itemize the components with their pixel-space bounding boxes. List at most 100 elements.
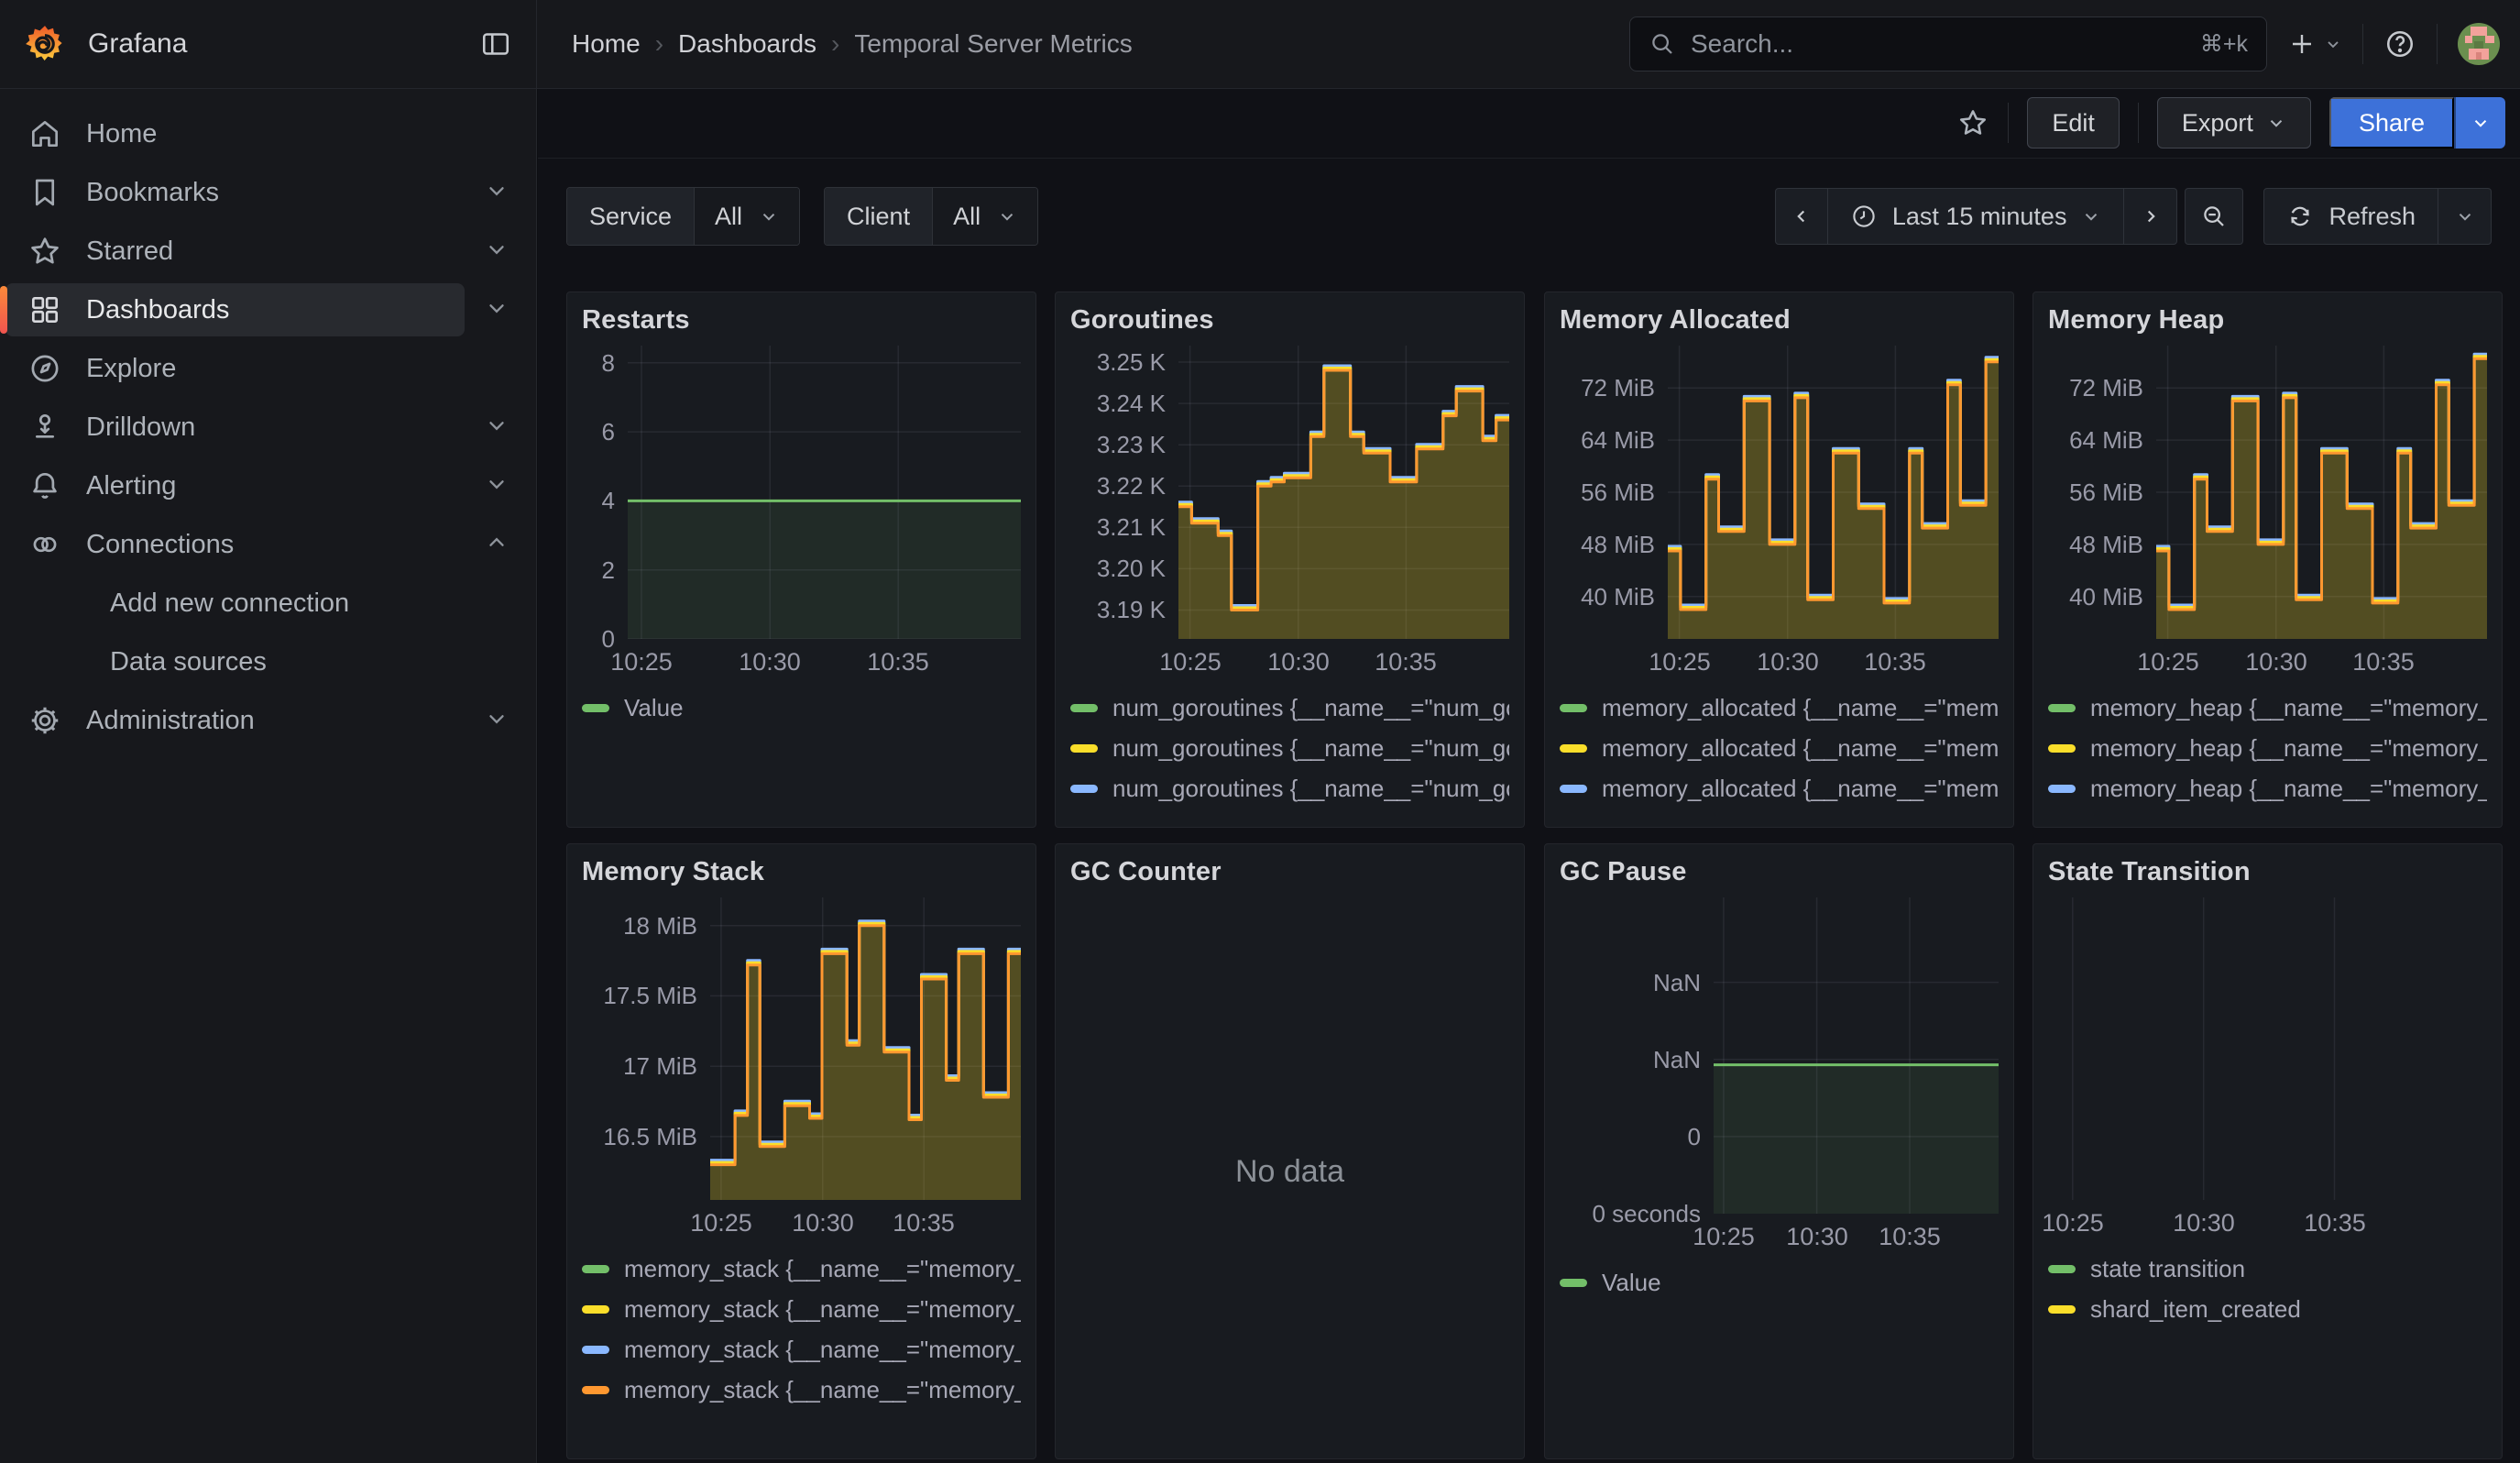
sidebar-item-add-new-connection[interactable]: Add new connection [0,574,536,632]
panel-title[interactable]: Memory Heap [2048,305,2487,346]
panel-title[interactable]: State Transition [2048,857,2487,897]
service-filter-value[interactable]: All [695,188,799,245]
search-input[interactable] [1689,28,2187,60]
y-axis-label: 56 MiB [2048,478,2143,507]
home-icon [27,116,62,151]
chart-area[interactable]: 10:2510:3010:35 [2048,897,2487,1242]
time-shift-forward-button[interactable] [2124,188,2177,245]
sidebar-item-label: Explore [86,354,176,384]
chart-area[interactable]: 72 MiB64 MiB56 MiB48 MiB40 MiB10:2510:30… [2048,346,2487,681]
panel-title[interactable]: GC Counter [1070,857,1509,897]
chart-area[interactable]: 3.25 K3.24 K3.23 K3.22 K3.21 K3.20 K3.19… [1070,346,1509,681]
help-icon[interactable] [2383,28,2416,60]
edit-button[interactable]: Edit [2027,97,2120,148]
sidebar-item-highlight [5,459,465,512]
breadcrumb-home[interactable]: Home [572,29,641,59]
legend-item[interactable]: memory_stack {__name__="memory_stack" [582,1336,1021,1363]
legend-item[interactable]: num_goroutines {__name__="num_goroutines… [1070,775,1509,802]
legend-series-marker [1560,744,1587,753]
favorite-star-icon[interactable] [1956,106,1989,139]
legend-item[interactable]: memory_allocated {__name__="memory_alloc… [1560,734,1999,762]
legend-series-marker [582,1386,609,1394]
y-axis-label: 3.21 K [1070,513,1166,542]
share-dropdown-button[interactable] [2454,97,2505,148]
sidebar-item-drilldown[interactable]: Drilldown [0,398,536,456]
legend-item[interactable]: memory_allocated {__name__="memory_alloc… [1560,775,1999,802]
sidebar-item-data-sources[interactable]: Data sources [0,632,536,691]
panel-title[interactable]: Memory Allocated [1560,305,1999,346]
legend-item[interactable]: shard_item_created [2048,1295,2487,1323]
chart-area[interactable]: 18 MiB17.5 MiB17 MiB16.5 MiB10:2510:3010… [582,897,1021,1242]
client-filter-value[interactable]: All [933,188,1037,245]
search-box[interactable]: ⌘+k [1629,16,2267,72]
sidebar-item-label: Starred [86,236,173,267]
panel-title[interactable]: Goroutines [1070,305,1509,346]
legend-item[interactable]: memory_stack {__name__="memory_stack" [582,1295,1021,1323]
add-menu-button[interactable] [2287,29,2342,59]
legend-item[interactable]: Value [1560,1269,1999,1296]
y-axis-label: 40 MiB [1560,583,1655,611]
time-shift-back-button[interactable] [1775,188,1828,245]
breadcrumb-dashboards[interactable]: Dashboards [678,29,816,59]
sidebar-item-highlight [5,342,465,395]
panel-title[interactable]: Restarts [582,305,1021,346]
share-button[interactable]: Share [2329,97,2454,148]
y-axis-label: 8 [582,349,615,378]
sidebar-item-home[interactable]: Home [0,104,536,163]
zoom-out-button[interactable] [2185,188,2243,245]
sidebar-item-highlight [5,518,465,571]
refresh-button[interactable]: Refresh [2263,188,2438,245]
dashboards-grid-icon [27,292,62,327]
sidebar-item-dashboards[interactable]: Dashboards [0,280,536,339]
y-axis-label: 0 [1560,1123,1701,1151]
chart-area[interactable]: NaNNaN00 seconds10:2510:3010:35 [1560,897,1999,1256]
refresh-interval-button[interactable] [2438,188,2492,245]
panel-title[interactable]: GC Pause [1560,857,1999,897]
legend-series-label: memory_allocated {__name__="memory_alloc… [1602,775,1999,803]
sidebar-item-connections[interactable]: Connections [0,515,536,574]
sidebar-item-label: Drilldown [86,412,195,443]
time-range-picker[interactable]: Last 15 minutes [1828,188,2125,245]
divider [2138,103,2139,143]
grafana-logo[interactable] [24,23,66,65]
sidebar-toggle-icon[interactable] [479,28,512,60]
legend-item[interactable]: memory_heap {__name__="memory_heap", se [2048,734,2487,762]
avatar[interactable] [2458,23,2500,65]
sidebar-item-alerting[interactable]: Alerting [0,456,536,515]
legend-item[interactable]: memory_stack {__name__="memory_stack" [582,1255,1021,1282]
sidebar: Home Bookmarks Starred Dashboards Explore Dri… [0,88,537,1463]
sidebar-item-label: Connections [86,530,234,560]
legend-series-marker [1070,704,1098,712]
sidebar-item-administration[interactable]: Administration [0,691,536,750]
legend-series-label: memory_heap {__name__="memory_heap", se [2090,775,2487,803]
y-axis-label: 18 MiB [582,912,697,940]
sidebar-item-starred[interactable]: Starred [0,222,536,280]
sidebar-item-explore[interactable]: Explore [0,339,536,398]
legend-item[interactable]: memory_stack {__name__="memory_stack" [582,1376,1021,1403]
chart-area[interactable]: 8642010:2510:3010:35 [582,346,1021,681]
y-axis-label: 48 MiB [2048,531,2143,559]
legend-item[interactable]: num_goroutines {__name__="num_goroutines… [1070,694,1509,721]
chevron-up-icon [485,531,509,559]
legend-item[interactable]: memory_allocated {__name__="memory_alloc… [1560,694,1999,721]
legend-item[interactable]: num_goroutines {__name__="num_goroutines… [1070,734,1509,762]
time-range-group: Last 15 minutes [1775,188,2178,245]
chevron-down-icon [2455,206,2475,226]
refresh-icon [2286,203,2314,230]
x-axis-label: 10:35 [1831,648,1959,676]
sidebar-item-bookmarks[interactable]: Bookmarks [0,163,536,222]
legend-item[interactable]: memory_heap {__name__="memory_heap", se [2048,694,2487,721]
y-axis-label: 16.5 MiB [582,1123,697,1151]
chart-area[interactable]: 72 MiB64 MiB56 MiB48 MiB40 MiB10:2510:30… [1560,346,1999,681]
legend-item[interactable]: state transition [2048,1255,2487,1282]
legend-series-marker [2048,1265,2076,1273]
chevron-down-icon [759,206,779,226]
export-button[interactable]: Export [2157,97,2311,148]
x-axis-label: 10:35 [1342,648,1470,676]
panel-title[interactable]: Memory Stack [582,857,1021,897]
legend-item[interactable]: memory_heap {__name__="memory_heap", se [2048,775,2487,802]
legend-item[interactable]: Value [582,694,1021,721]
sidebar-item-label: Home [86,119,157,149]
y-axis-label: 48 MiB [1560,531,1655,559]
divider [2362,24,2363,64]
